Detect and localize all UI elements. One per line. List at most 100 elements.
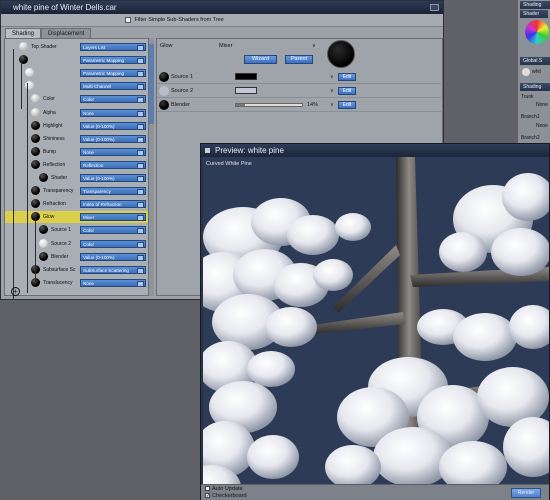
tree-row-shader-dropdown[interactable]: Value (0-100%): [80, 134, 146, 143]
blender-edit-button[interactable]: Edit: [338, 101, 356, 109]
tree-row-shader-dropdown[interactable]: Transparency: [80, 187, 146, 196]
tree-row-label: Top Shader: [31, 44, 57, 50]
dock-trunk-value: None: [536, 102, 548, 108]
detail-header: Glow Mixer ∨ Wizard Parent: [157, 39, 441, 69]
preview-object-label: Curved White Pine: [206, 161, 252, 167]
tree-row-shader-dropdown[interactable]: Value (0-100%): [80, 174, 146, 182]
preview-title-bar[interactable]: Preview: white pine: [201, 144, 549, 157]
parent-button[interactable]: Parent: [285, 55, 313, 64]
tree-connector-line: [35, 215, 36, 285]
tree-row-label: Shader: [51, 175, 68, 181]
detail-shader-type: Mixer: [219, 43, 233, 49]
tree-row[interactable]: Parametric Mapping: [5, 54, 149, 66]
dock-branch2-label[interactable]: Branch2: [521, 135, 540, 141]
dock-shading-header[interactable]: Shading: [520, 1, 550, 9]
tree-row-shader-dropdown[interactable]: Parametric Mapping: [80, 56, 146, 65]
tab-shading[interactable]: Shading: [5, 28, 42, 38]
blender-slider-fill: [236, 104, 246, 106]
checkerboard-option[interactable]: ✓ Checkerboard: [205, 493, 247, 499]
blender-chevron-icon[interactable]: ∨: [330, 102, 334, 108]
dock-trunk-label[interactable]: Trunk: [521, 94, 534, 100]
filter-row: Filter Simple Sub-Shaders from Tree: [1, 14, 443, 27]
shader-ball-icon: [31, 133, 40, 143]
white-shader-ball-icon: [522, 68, 530, 76]
tree-row-shader-dropdown[interactable]: Layers List: [80, 43, 146, 51]
dock-global-header[interactable]: Global S: [520, 57, 550, 65]
color-wheel-icon[interactable]: [525, 20, 549, 44]
source2-label: Source 2: [171, 88, 194, 94]
filter-label: Filter Simple Sub-Shaders from Tree: [134, 17, 224, 23]
tree-row-shader-dropdown[interactable]: None: [80, 278, 146, 287]
tree-row-label: Color: [43, 96, 55, 103]
filter-checkbox[interactable]: [125, 16, 131, 23]
shader-ball-icon: [31, 199, 40, 209]
dock-shading2-header[interactable]: Shading: [520, 83, 550, 91]
source2-ball-icon: [159, 86, 169, 96]
preview-render-canvas[interactable]: [203, 157, 549, 484]
shader-ball-icon: [31, 159, 40, 169]
tree-row-label: Highlight: [43, 122, 63, 129]
tree-row-shader-dropdown[interactable]: Multi Channel: [80, 82, 146, 91]
window-minimize-button[interactable]: [430, 4, 439, 11]
source1-label: Source 1: [171, 74, 194, 80]
tree-row-shader-dropdown[interactable]: Value (0-100%): [80, 252, 146, 261]
dock-branch1-label[interactable]: Branch1: [521, 114, 540, 120]
tree-row-shader-dropdown[interactable]: Color: [80, 95, 146, 104]
window-title-bar[interactable]: white pine of Winter Dells.car: [1, 1, 443, 14]
tree-row-shader-dropdown[interactable]: Color: [80, 239, 146, 248]
tree-row-shader-dropdown[interactable]: None: [80, 147, 146, 156]
tree-row-label: Glow: [43, 214, 55, 221]
blender-slider[interactable]: [235, 103, 303, 107]
tree-row-shader-dropdown[interactable]: Index of Refraction: [80, 200, 146, 209]
blender-label: Blender: [171, 102, 190, 108]
tree-row-shader-dropdown[interactable]: Mixer: [80, 213, 146, 222]
detail-type-chevron-icon[interactable]: ∨: [312, 43, 316, 49]
render-button[interactable]: Render: [511, 488, 541, 498]
preview-close-icon[interactable]: [205, 148, 210, 153]
tree-row-shader-dropdown[interactable]: Parametric Mapping: [80, 69, 146, 78]
tree-row-label: Blender: [51, 253, 69, 260]
tree-row-label: Bump: [43, 148, 57, 155]
source2-color-swatch[interactable]: [235, 87, 257, 94]
checkerboard-checkbox[interactable]: ✓: [205, 493, 210, 499]
detail-shader-name: Glow: [160, 43, 173, 49]
tree-row-label: Alpha: [43, 109, 56, 116]
shader-ball-icon: [39, 173, 48, 182]
tab-displacement[interactable]: Displacement: [41, 28, 92, 38]
shader-ball-icon: [31, 186, 40, 196]
shader-tree: Top Shader Layers List Parametric Mapping P…: [4, 38, 154, 299]
blender-value: 14%: [307, 102, 319, 108]
tree-row[interactable]: Top Shader Layers List: [5, 41, 149, 53]
dock-white-label[interactable]: whit: [532, 69, 541, 75]
tree-row-label: Reflection: [43, 161, 66, 168]
checkerboard-label: Checkerboard: [212, 493, 247, 499]
tree-row-shader-dropdown[interactable]: Color: [80, 226, 146, 235]
shader-ball-icon: [31, 120, 40, 130]
source1-edit-button[interactable]: Edit: [338, 73, 356, 81]
auto-update-option[interactable]: Auto Update: [205, 486, 243, 492]
wizard-button[interactable]: Wizard: [244, 55, 277, 64]
auto-update-checkbox[interactable]: [205, 486, 210, 492]
shader-ball-icon: [39, 238, 48, 248]
tree-row-shader-dropdown[interactable]: Reflection: [80, 160, 146, 169]
tree-connector-line: [13, 49, 14, 299]
source1-chevron-icon[interactable]: ∨: [330, 74, 334, 80]
source2-chevron-icon[interactable]: ∨: [330, 88, 334, 94]
tree-row[interactable]: Parametric Mapping: [5, 67, 149, 79]
tree-row-shader-dropdown[interactable]: SubSurface Scattering: [80, 265, 146, 274]
tree-row-shader-dropdown[interactable]: None: [80, 108, 146, 117]
tree-row-label: Refraction: [43, 201, 66, 208]
source2-edit-button[interactable]: Edit: [338, 87, 356, 95]
shader-ball-icon: [31, 107, 40, 117]
tree-row-label: Subsurface Sc: [43, 266, 76, 273]
add-shader-icon[interactable]: +: [11, 287, 20, 296]
tree-scrollbar[interactable]: [148, 38, 154, 296]
preview-title: Preview: white pine: [215, 146, 284, 155]
tree-row-shader-dropdown[interactable]: Value (0-100%): [80, 121, 146, 130]
source1-color-swatch[interactable]: [235, 73, 257, 80]
shader-ball-icon: [31, 146, 40, 156]
auto-update-label: Auto Update: [212, 486, 243, 492]
tree-scroll-thumb[interactable]: [149, 44, 154, 124]
render-image: [203, 157, 549, 484]
dock-shader-header[interactable]: Shader: [520, 10, 548, 18]
